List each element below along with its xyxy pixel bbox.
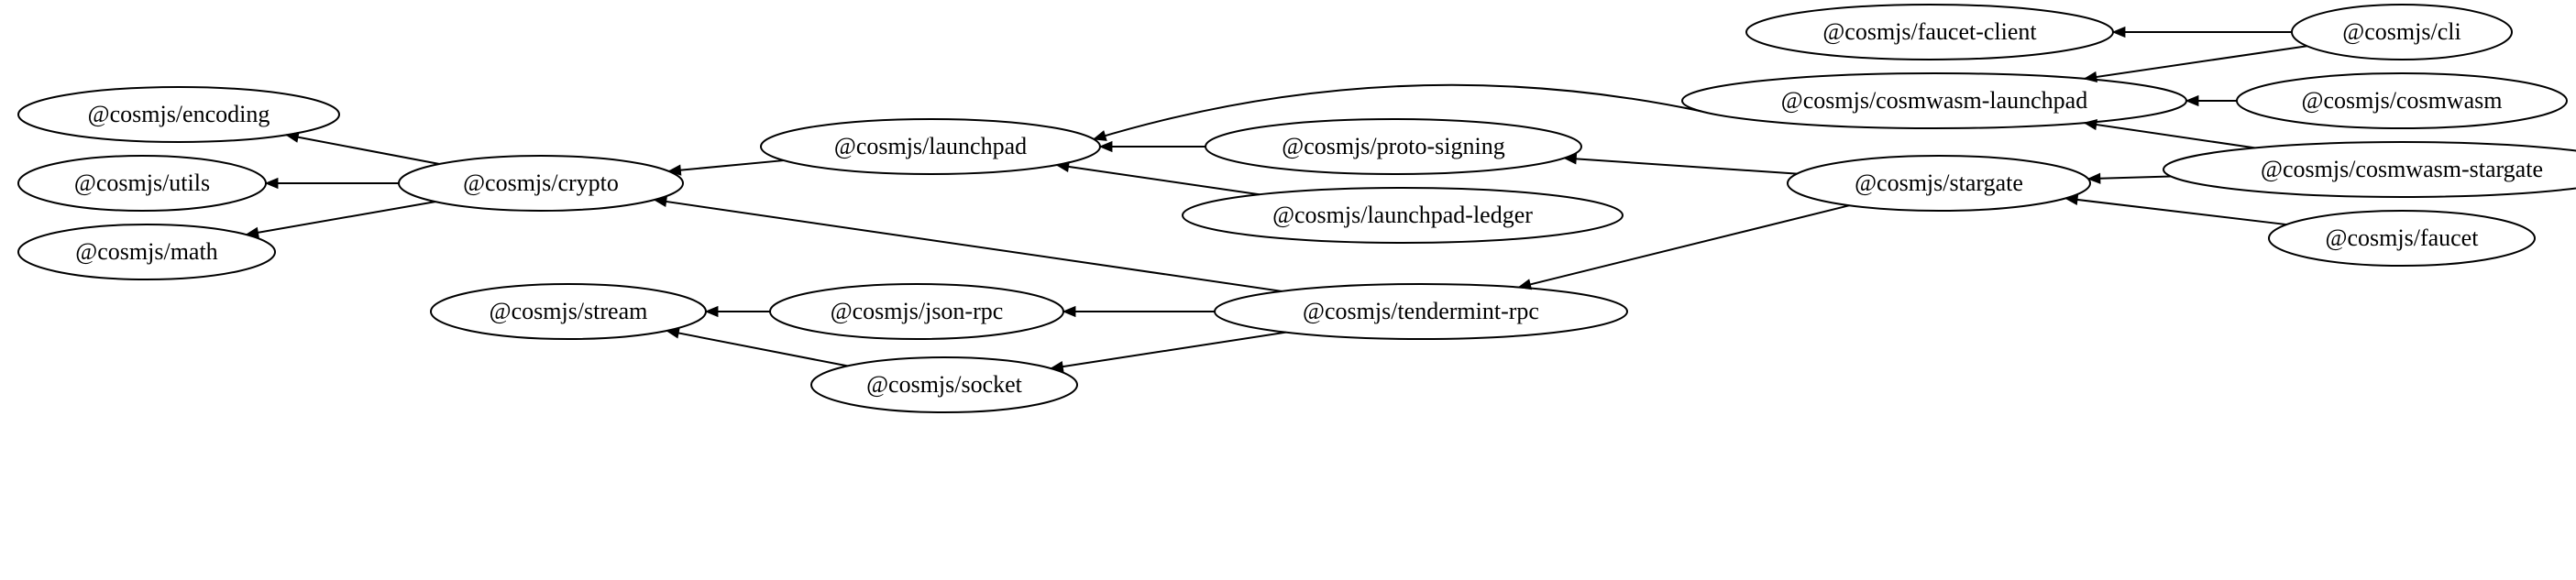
node-label-tendermintrpc: @cosmjs/tendermint-rpc — [1303, 298, 1539, 324]
node-stream: @cosmjs/stream — [431, 284, 706, 339]
node-label-faucetclient: @cosmjs/faucet-client — [1822, 18, 2037, 45]
node-label-faucet: @cosmjs/faucet — [2326, 224, 2480, 251]
node-label-stream: @cosmjs/stream — [490, 298, 648, 324]
node-utils: @cosmjs/utils — [18, 156, 266, 211]
node-encoding: @cosmjs/encoding — [18, 87, 339, 142]
node-label-launchpadledger: @cosmjs/launchpad-ledger — [1272, 202, 1533, 228]
node-label-math: @cosmjs/math — [75, 238, 217, 265]
node-cosmwasm: @cosmjs/cosmwasm — [2237, 73, 2567, 128]
node-label-encoding: @cosmjs/encoding — [88, 101, 270, 127]
node-label-stargate: @cosmjs/stargate — [1855, 170, 2023, 196]
node-faucet: @cosmjs/faucet — [2269, 211, 2535, 266]
node-cosmwasmlaunchpad: @cosmjs/cosmwasm-launchpad — [1682, 73, 2186, 128]
node-label-socket: @cosmjs/socket — [866, 371, 1023, 398]
dependency-graph: @cosmjs/encoding @cosmjs/utils @cosmjs/mat… — [0, 0, 2576, 580]
node-faucetclient: @cosmjs/faucet-client — [1746, 5, 2113, 60]
node-label-cosmwasmlaunchpad: @cosmjs/cosmwasm-launchpad — [1781, 87, 2087, 114]
node-stargate: @cosmjs/stargate — [1788, 156, 2090, 211]
node-label-cosmwasm: @cosmjs/cosmwasm — [2302, 87, 2503, 114]
node-cli: @cosmjs/cli — [2292, 5, 2512, 60]
node-label-jsonrpc: @cosmjs/json-rpc — [831, 298, 1004, 324]
node-label-cli: @cosmjs/cli — [2342, 18, 2460, 45]
node-label-utils: @cosmjs/utils — [74, 170, 210, 196]
node-protosigning: @cosmjs/proto-signing — [1205, 119, 1581, 174]
node-label-cosmwasmstargate: @cosmjs/cosmwasm-stargate — [2261, 156, 2543, 182]
node-jsonrpc: @cosmjs/json-rpc — [770, 284, 1063, 339]
node-crypto: @cosmjs/crypto — [399, 156, 683, 211]
node-math: @cosmjs/math — [18, 224, 275, 279]
node-socket: @cosmjs/socket — [811, 357, 1077, 412]
node-cosmwasmstargate: @cosmjs/cosmwasm-stargate — [2163, 142, 2576, 197]
node-launchpad: @cosmjs/launchpad — [761, 119, 1100, 174]
node-launchpadledger: @cosmjs/launchpad-ledger — [1183, 188, 1623, 243]
node-label-launchpad: @cosmjs/launchpad — [834, 133, 1027, 159]
node-label-protosigning: @cosmjs/proto-signing — [1282, 133, 1505, 159]
node-label-crypto: @cosmjs/crypto — [463, 170, 619, 196]
node-tendermintrpc: @cosmjs/tendermint-rpc — [1215, 284, 1627, 339]
